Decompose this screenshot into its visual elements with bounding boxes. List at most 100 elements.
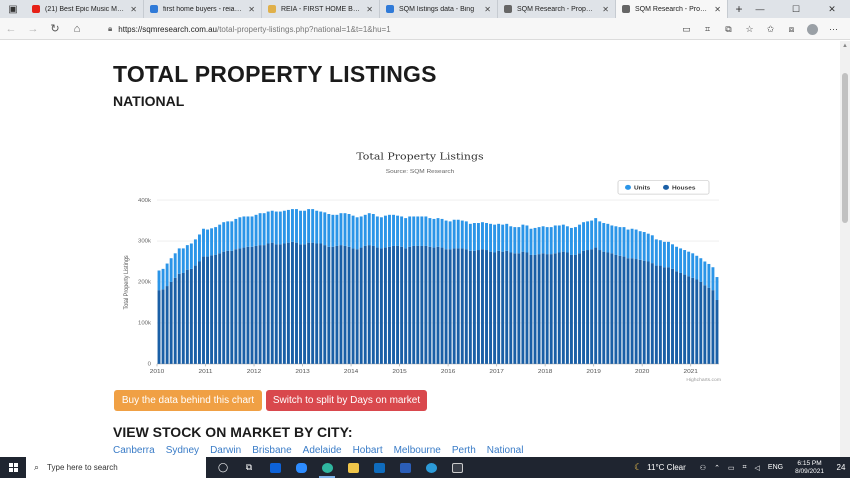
browser-tab[interactable]: (21) Best Epic Music Mix 20 ✕ [26,0,144,18]
cortana-icon[interactable]: ◯ [210,457,236,478]
weather-text: 11°C Clear [647,463,686,472]
bar-units [679,248,683,273]
bar-houses [242,247,246,364]
scroll-up-icon[interactable]: ▲ [840,43,850,49]
city-link[interactable]: Hobart [353,445,383,456]
bar-units [695,255,699,280]
collections-icon[interactable]: ⧈ [781,24,802,35]
city-link[interactable]: Perth [452,445,476,456]
home-icon[interactable]: ⌂ [66,18,88,40]
bar-houses [226,250,230,364]
chevron-up-icon[interactable]: ⌃ [714,464,720,472]
browser-tab[interactable]: SQM Research - Property - ✕ [498,0,616,18]
acrobat-icon[interactable] [444,457,470,478]
bar-houses [537,254,541,364]
bar-units [206,229,209,257]
window-menu-icon[interactable]: ▣ [0,0,26,18]
notification-badge[interactable]: 24 [832,463,850,472]
split-days-button[interactable]: Switch to split by Days on market [266,390,427,411]
dropbox-icon[interactable] [262,457,288,478]
tab-close-icon[interactable]: ✕ [248,5,255,14]
tab-close-icon[interactable]: ✕ [714,5,721,14]
read-aloud-icon[interactable]: ▭ [676,24,697,35]
settings-more-icon[interactable]: ⋯ [823,24,844,35]
city-link[interactable]: Canberra [113,445,155,456]
bar-houses [497,250,501,364]
bar-houses [299,244,302,364]
bar-units [323,212,327,246]
city-link[interactable]: Sydney [166,445,199,456]
taskbar-search[interactable]: ⌕ Type here to search [26,457,206,478]
bar-houses [675,271,679,364]
bar-units [230,221,234,251]
tab-close-icon[interactable]: ✕ [130,5,137,14]
address-bar[interactable]: 🔒︎ https://sqmresearch.com.au/total-prop… [108,21,648,37]
city-link[interactable]: Melbourne [394,445,441,456]
buy-data-button[interactable]: Buy the data behind this chart [114,390,262,411]
bar-units [662,241,666,268]
bar-houses [493,252,497,364]
page-scrollbar[interactable]: ▲ [840,41,850,457]
bar-houses [472,250,476,364]
browser-tab[interactable]: SQM listings data - Bing ✕ [380,0,498,18]
network-icon[interactable]: ⌗ [743,464,747,472]
bar-houses [464,249,468,364]
screenshot-icon[interactable]: ⧉ [718,24,739,35]
task-view-icon[interactable]: ⧉ [236,457,262,478]
maximize-icon[interactable]: ☐ [778,0,814,18]
bar-units [173,253,177,278]
volume-icon[interactable]: ◁ [755,464,760,472]
bar-houses [392,245,395,364]
url-host: https://sqmresearch.com.au [118,24,217,34]
bar-units [383,215,387,248]
tab-favicon-icon [150,5,158,13]
bar-houses [634,259,638,364]
lock-icon[interactable]: 🔒︎ [108,24,112,34]
tab-close-icon[interactable]: ✕ [366,5,373,14]
bar-houses [181,272,185,364]
bar-units [715,277,719,300]
tab-close-icon[interactable]: ✕ [484,5,491,14]
city-link[interactable]: National [487,445,524,456]
browser-tab[interactable]: first home buyers - reia - Bi ✕ [144,0,262,18]
bar-units [400,216,404,247]
zoom-icon[interactable] [288,457,314,478]
browser-tab[interactable]: REIA - FIRST HOME BUYERS ✕ [262,0,380,18]
file-explorer-icon[interactable] [340,457,366,478]
bar-units [295,209,298,243]
bar-houses [440,247,444,364]
forward-icon[interactable]: → [22,18,44,40]
back-icon[interactable]: ← [0,18,22,40]
outlook-icon[interactable] [366,457,392,478]
city-link[interactable]: Adelaide [303,445,342,456]
close-window-icon[interactable]: ✕ [814,0,850,18]
edge-icon[interactable] [314,457,340,478]
language-indicator[interactable]: ENG [768,464,783,471]
bar-units [505,223,509,251]
browser-tab[interactable]: SQM Research - Property - ✕ [616,0,728,18]
internet-explorer-icon[interactable] [418,457,444,478]
bar-houses [476,250,480,364]
favorites-icon[interactable]: ✩ [760,24,781,35]
bar-units [476,223,480,251]
profile-avatar[interactable] [807,23,818,35]
extensions-icon[interactable]: ⌗ [697,24,718,35]
bar-units [258,213,262,246]
start-button[interactable] [0,457,26,478]
bar-units [242,216,246,248]
city-link[interactable]: Darwin [210,445,241,456]
city-link[interactable]: Brisbane [252,445,291,456]
bar-units [521,224,525,252]
person-icon[interactable]: ⚇ [700,464,706,472]
word-icon[interactable] [392,457,418,478]
scrollbar-thumb[interactable] [842,73,848,223]
refresh-icon[interactable]: ↻ [44,18,66,40]
tab-close-icon[interactable]: ✕ [602,5,609,14]
battery-icon[interactable]: ▭ [728,464,735,472]
minimize-icon[interactable]: — [742,0,778,18]
bar-units [513,227,517,254]
favorite-star-icon[interactable]: ☆ [739,24,760,35]
chart-credit[interactable]: Highcharts.com [686,377,721,382]
weather-widget[interactable]: ☾ 11°C Clear [634,462,686,473]
clock[interactable]: 6:15 PM 8/09/2021 [795,460,824,476]
